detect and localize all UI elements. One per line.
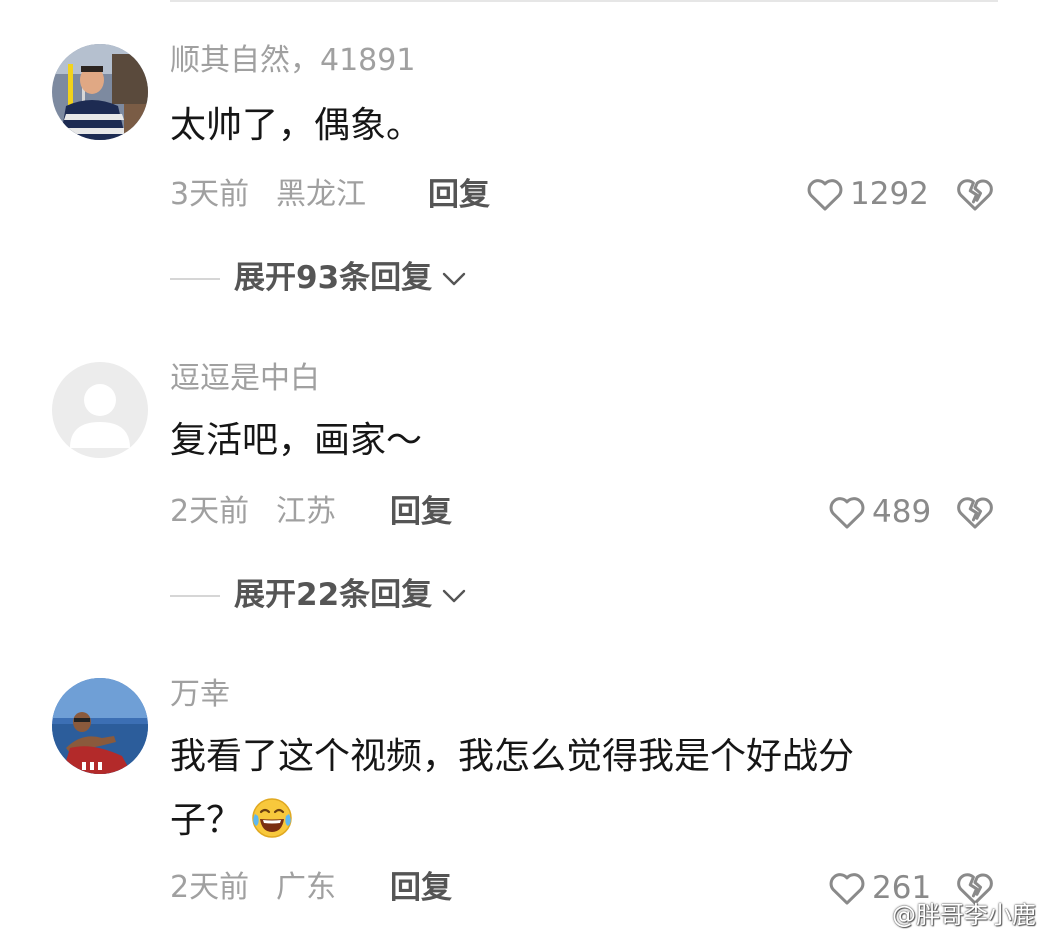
reply-button[interactable]: 回复 xyxy=(428,180,490,211)
reply-button[interactable]: 回复 xyxy=(390,497,452,528)
comment-location: 江苏 xyxy=(276,494,336,529)
tears-of-joy-emoji-icon xyxy=(252,798,292,838)
expand-replies-button[interactable]: 展开93条回复 xyxy=(170,263,466,294)
like-button[interactable]: 1292 xyxy=(806,176,929,212)
expand-divider xyxy=(170,277,220,280)
like-button[interactable]: 489 xyxy=(828,494,931,530)
reply-button[interactable]: 回复 xyxy=(390,873,452,904)
dislike-button[interactable] xyxy=(956,176,994,216)
top-divider xyxy=(170,0,998,2)
broken-heart-icon xyxy=(957,179,993,211)
comment-text: 太帅了，偶象。 xyxy=(170,94,960,158)
comment-text-line: 太帅了，偶象。 xyxy=(170,105,423,146)
comment-text-line: 复活吧，画家～ xyxy=(170,420,423,461)
watermark-text: @胖哥李小鹿 xyxy=(892,901,1036,929)
comment-text-line: 我看了这个视频，我怎么觉得我是个好战分 xyxy=(170,736,855,777)
default-avatar-icon xyxy=(52,362,148,458)
user-photo-avatar-icon xyxy=(52,678,148,774)
comment-list: 顺其自然，41891 太帅了，偶象。 3天前 黑龙江 回复 1292 展开93条… xyxy=(0,0,1048,938)
chevron-down-icon xyxy=(442,272,466,285)
user-avatar[interactable] xyxy=(52,44,148,140)
comment-username[interactable]: 顺其自然，41891 xyxy=(170,46,415,76)
user-photo-avatar-icon xyxy=(52,44,148,140)
chevron-down-icon xyxy=(442,589,466,602)
comment-time: 2天前 xyxy=(170,870,250,905)
expand-replies-label: 展开22条回复 xyxy=(234,577,433,613)
like-count: 489 xyxy=(872,493,932,530)
expand-replies-button[interactable]: 展开22条回复 xyxy=(170,580,466,611)
comment-username[interactable]: 万幸 xyxy=(170,680,230,710)
dislike-button[interactable] xyxy=(956,494,994,534)
comment-location: 黑龙江 xyxy=(276,177,366,212)
user-avatar[interactable] xyxy=(52,678,148,774)
comment-location: 广东 xyxy=(276,870,336,905)
like-count: 1292 xyxy=(850,175,929,212)
comment-text-line: 子？ xyxy=(170,789,960,853)
expand-replies-label: 展开93条回复 xyxy=(234,260,433,296)
watermark: @胖哥李小鹿 xyxy=(858,895,1036,930)
heart-icon xyxy=(829,497,865,529)
comment-time: 3天前 xyxy=(170,177,250,212)
weibo-logo-icon xyxy=(859,902,886,925)
expand-divider xyxy=(170,594,220,597)
heart-icon xyxy=(807,179,843,211)
user-avatar[interactable] xyxy=(52,362,148,458)
comment-text: 我看了这个视频，我怎么觉得我是个好战分 子？ xyxy=(170,725,960,853)
comment-text-fragment: 子？ xyxy=(170,800,243,841)
comment-username[interactable]: 逗逗是中白 xyxy=(170,364,320,394)
broken-heart-icon xyxy=(957,497,993,529)
comment-text: 复活吧，画家～ xyxy=(170,409,960,473)
comment-time: 2天前 xyxy=(170,494,250,529)
